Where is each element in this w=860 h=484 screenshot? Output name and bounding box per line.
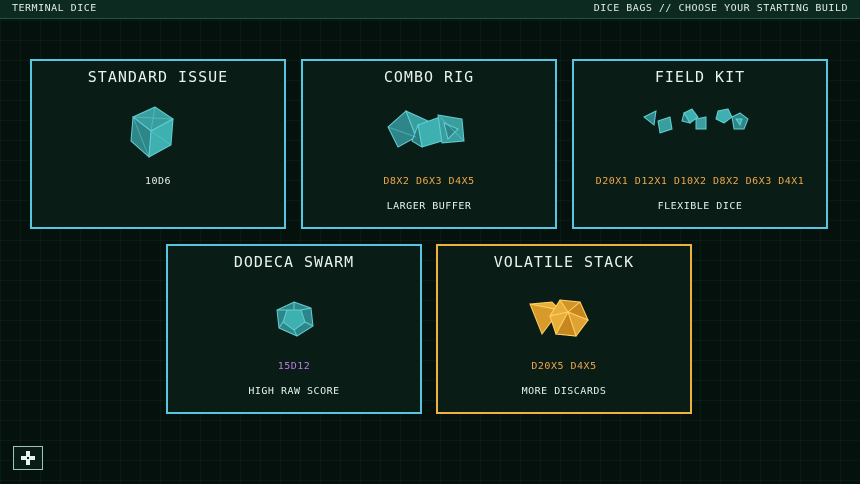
bag-name: COMBO RIG [383,68,475,86]
top-bar: TERMINAL DICE DICE BAGS // CHOOSE YOUR S… [0,0,860,19]
d20-d4-cluster-icon [438,282,690,352]
bag-name: FIELD KIT [654,68,746,86]
bag-perk: HIGH RAW SCORE [248,386,340,397]
d12-dodecahedron-icon [168,282,420,352]
mixed-dice-cluster-icon [303,97,555,167]
bag-perk: MORE DISCARDS [521,386,607,397]
bag-dice: 15D12 [277,361,311,372]
bag-dice: D20X1 D12X1 D10X2 D8X2 D6X3 D4X1 [595,176,805,187]
bag-dice: D8X2 D6X3 D4X5 [383,176,475,187]
bag-perk: FLEXIBLE DICE [657,201,743,212]
assorted-dice-icon [574,97,826,167]
bag-name: VOLATILE STACK [493,253,635,271]
controller-button[interactable] [13,446,43,470]
bag-card-volatile-stack[interactable]: VOLATILE STACK D20X5 D4X5 MORE DISCARDS [436,244,692,414]
bag-card-field-kit[interactable]: FIELD KIT D20X1 D12X1 D10X2 D8X2 D6X3 D4… [572,59,828,229]
bag-dice: D20X5 D4X5 [531,361,597,372]
bag-card-dodeca-swarm[interactable]: DODECA SWARM 15D12 HIGH RAW SCORE [166,244,422,414]
bag-name: DODECA SWARM [233,253,355,271]
bag-card-combo-rig[interactable]: COMBO RIG D8X2 D6X3 D4X5 LARGER BUFFER [301,59,557,229]
d6-cube-icon [32,97,284,167]
app-title: TERMINAL DICE [12,3,97,14]
bag-dice: 10D6 [144,176,172,187]
screen-subtitle: DICE BAGS // CHOOSE YOUR STARTING BUILD [593,3,848,14]
bag-card-standard-issue[interactable]: STANDARD ISSUE 10D6 [30,59,286,229]
bag-perk: LARGER BUFFER [386,201,472,212]
dpad-icon [21,451,35,465]
bag-name: STANDARD ISSUE [87,68,229,86]
